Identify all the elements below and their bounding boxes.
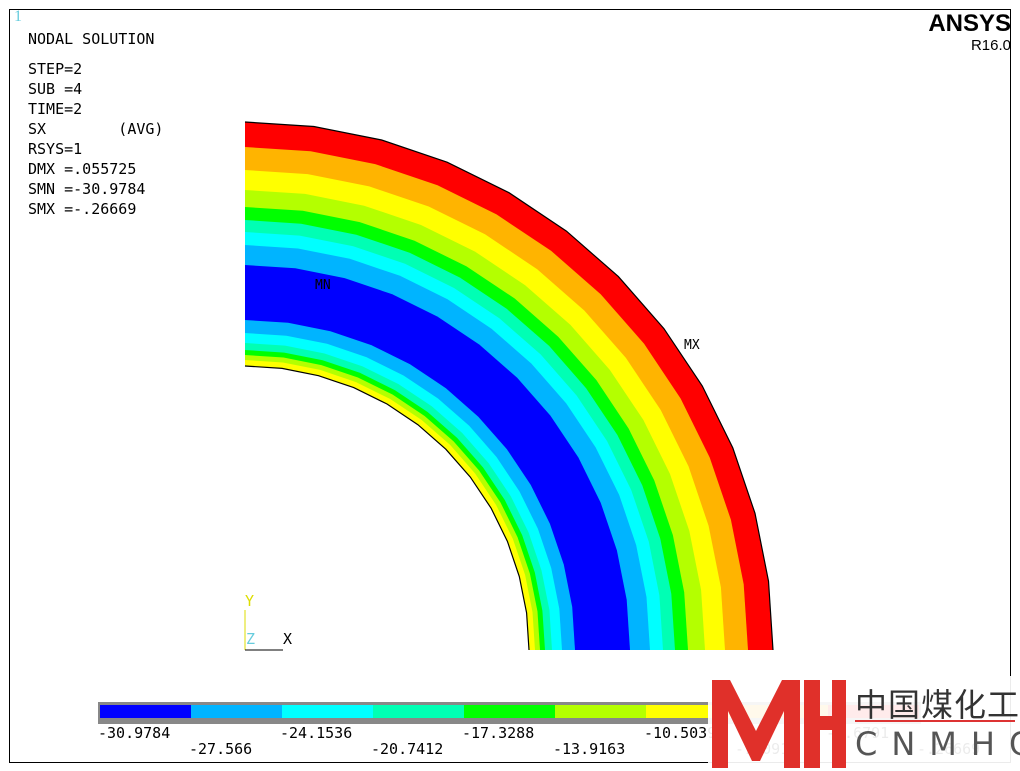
legend-value: -27.566	[189, 740, 253, 758]
legend-swatch	[464, 705, 555, 718]
legend-value: -10.5039	[644, 724, 717, 742]
legend-swatch	[373, 705, 464, 718]
legend-swatch	[100, 705, 191, 718]
legend-swatch	[555, 705, 646, 718]
legend-value: -24.1536	[280, 724, 353, 742]
triad-x-label: X	[283, 630, 293, 648]
legend-swatch	[282, 705, 373, 718]
legend-value: -17.3288	[462, 724, 535, 742]
watermark-en: CNMHG	[855, 725, 1020, 763]
legend-value: -30.9784	[98, 724, 171, 742]
watermark-logo	[712, 680, 846, 768]
legend-swatch	[191, 705, 282, 718]
watermark-line	[855, 720, 1015, 722]
legend-value: -20.7412	[371, 740, 444, 758]
triad-z-label: Z	[246, 630, 256, 648]
contour-plot	[98, 121, 921, 724]
legend-value: -13.9163	[553, 740, 626, 758]
triad-y-label: Y	[245, 592, 255, 610]
min-marker: MN	[315, 278, 331, 293]
max-marker: MX	[684, 338, 700, 353]
